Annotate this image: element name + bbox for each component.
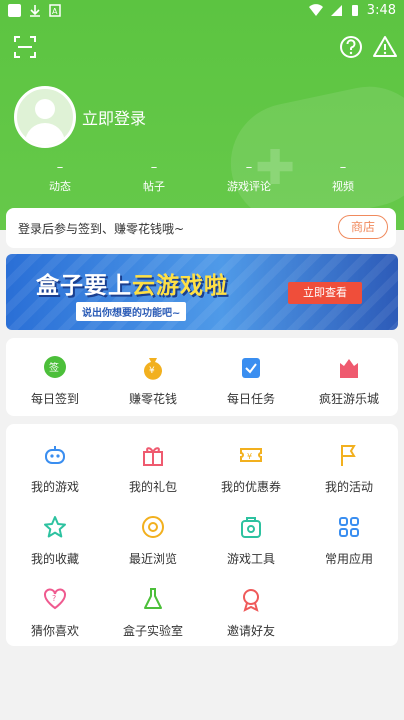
features-card: 我的游戏 我的礼包 ¥ 我的优惠券 我的活动 我的收藏 最近浏览 游戏工具 常用… — [6, 424, 398, 646]
gamepad-decoration — [219, 75, 404, 230]
flask-icon — [144, 588, 162, 609]
banner-subtitle: 说出你想要的功能吧~ — [76, 302, 187, 321]
task-clipboard-icon — [242, 358, 260, 378]
common-apps[interactable]: 常用应用 — [300, 514, 398, 567]
avatar[interactable] — [14, 86, 76, 148]
game-tools[interactable]: 游戏工具 — [202, 514, 300, 567]
my-favorites[interactable]: 我的收藏 — [6, 514, 104, 567]
coupon-icon: ¥ — [240, 448, 262, 462]
status-bar: A 3:48 — [0, 0, 404, 24]
castle-icon — [340, 359, 358, 378]
heart-icon: ? — [44, 588, 66, 610]
star-icon — [44, 516, 66, 538]
banner-view-button[interactable]: 立即查看 — [288, 282, 362, 304]
my-activities[interactable]: 我的活动 — [300, 442, 398, 495]
checkin-icon: 签 — [44, 356, 66, 378]
stats-row: – 动态 – 帖子 – 游戏评论 – 视频 — [0, 160, 404, 200]
battery-icon — [351, 5, 358, 16]
download-icon — [30, 5, 40, 17]
stat-dynamics[interactable]: – 动态 — [20, 160, 100, 194]
wifi-icon — [308, 4, 323, 17]
cloud-game-banner[interactable]: 盒子要上云游戏啦 说出你想要的功能吧~ 立即查看 — [6, 254, 398, 330]
my-coupons[interactable]: ¥ 我的优惠券 — [202, 442, 300, 495]
box-laboratory[interactable]: 盒子实验室 — [104, 586, 202, 639]
stat-posts[interactable]: – 帖子 — [114, 160, 194, 194]
clock: 3:48 — [366, 3, 396, 18]
login-notice: 登录后参与签到、赚零花钱哦~ 商店 — [6, 208, 396, 248]
gift-icon — [143, 447, 163, 466]
daily-tasks[interactable]: 每日任务 — [202, 354, 300, 407]
crazy-playground[interactable]: 疯狂游乐城 — [300, 354, 398, 407]
game-controller-icon — [45, 446, 65, 464]
daily-checkin[interactable]: 签 每日签到 — [6, 354, 104, 407]
stat-videos[interactable]: – 视频 — [303, 160, 383, 194]
invite-friends[interactable]: 邀请好友 — [202, 586, 300, 639]
svg-text:?: ? — [52, 594, 56, 603]
scan-icon[interactable] — [12, 34, 38, 60]
medal-icon — [243, 589, 259, 612]
notice-text: 登录后参与签到、赚零花钱哦~ — [18, 222, 185, 236]
my-games[interactable]: 我的游戏 — [6, 442, 104, 495]
warning-icon[interactable] — [372, 34, 398, 60]
svg-text:¥: ¥ — [247, 452, 252, 461]
help-icon[interactable] — [338, 34, 364, 60]
toolbox-icon — [241, 517, 261, 538]
earn-pocket-money[interactable]: ¥ 赚零花钱 — [104, 354, 202, 407]
history-icon — [142, 516, 164, 538]
flag-icon — [341, 445, 356, 466]
svg-text:¥: ¥ — [149, 366, 155, 376]
notification-icon — [8, 4, 21, 17]
my-gift-packs[interactable]: 我的礼包 — [104, 442, 202, 495]
stat-game-reviews[interactable]: – 游戏评论 — [209, 160, 289, 194]
login-link[interactable]: 立即登录 — [82, 105, 146, 129]
recent-browsing[interactable]: 最近浏览 — [104, 514, 202, 567]
store-button[interactable]: 商店 — [338, 215, 388, 239]
svg-text:A: A — [52, 7, 58, 16]
signal-icon — [330, 5, 342, 16]
banner-title: 盒子要上云游戏啦 — [36, 273, 228, 299]
money-bag-icon: ¥ — [144, 358, 162, 380]
svg-text:签: 签 — [49, 361, 59, 374]
profile-header: ✚ A 3:48 立即登录 – 动态 – 帖子 – 游戏评论 – 视频 — [0, 0, 404, 230]
text-icon: A — [49, 4, 61, 17]
quick-actions-card: 签 每日签到 ¥ 赚零花钱 每日任务 疯狂游乐城 — [6, 338, 398, 416]
guess-you-like[interactable]: ? 猜你喜欢 — [6, 586, 104, 639]
apps-grid-icon — [339, 517, 359, 537]
